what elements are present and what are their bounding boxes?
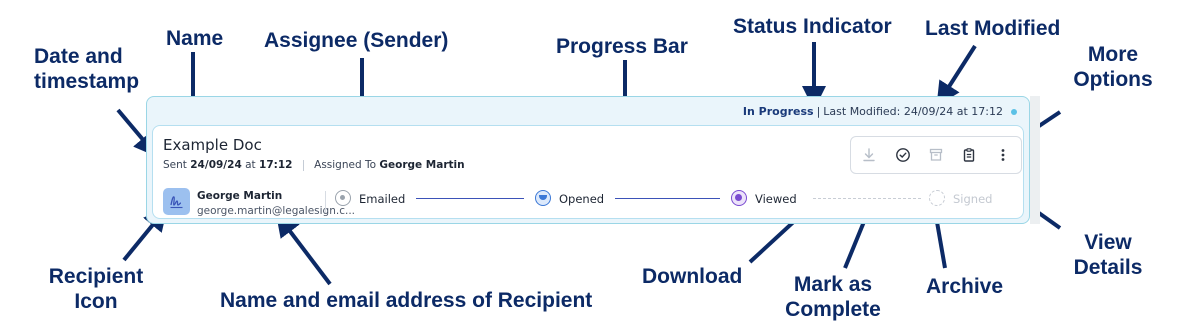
sent-date: 24/09/24: [190, 159, 242, 171]
emailed-icon: [335, 190, 351, 206]
annotation-name: Name: [166, 27, 224, 50]
annotation-date: Date and timestamp: [34, 45, 140, 93]
annotation-view-details: View Details: [1073, 231, 1143, 279]
opened-icon: [535, 190, 551, 206]
recipient-avatar[interactable]: [163, 188, 190, 215]
progress-line-2: [615, 198, 720, 199]
signature-icon: [170, 196, 183, 209]
annotation-progress-bar: Progress Bar: [556, 35, 688, 58]
document-row[interactable]: Example Doc Sent 24/09/24 at 17:12 Assig…: [152, 125, 1024, 219]
assignee-name: George Martin: [379, 159, 465, 171]
annotation-archive: Archive: [926, 275, 1004, 298]
recipient-name: George Martin: [197, 190, 283, 202]
annotation-last-modified: Last Modified: [925, 17, 1061, 40]
recipient-divider: [325, 191, 326, 213]
card-edge: [1030, 96, 1040, 224]
annotation-mark-complete: Mark as Complete: [785, 273, 881, 321]
annotation-download: Download: [642, 265, 743, 288]
annotation-status-indicator: Status Indicator: [733, 15, 892, 38]
action-bar: [850, 136, 1022, 174]
annotation-more-options: More Options: [1073, 43, 1153, 91]
status-line: In Progress | Last Modified: 24/09/24 at 1…: [743, 105, 1017, 118]
kebab-icon[interactable]: [994, 146, 1012, 164]
annotation-recipient-icon: Recipient Icon: [48, 265, 144, 313]
assigned-label: Assigned To: [314, 159, 377, 171]
document-card[interactable]: In Progress | Last Modified: 24/09/24 at 1…: [146, 96, 1030, 224]
step-emailed-label: Emailed: [359, 192, 406, 206]
viewed-icon: [731, 190, 747, 206]
arrow-lastmod: [936, 44, 977, 107]
step-viewed-label: Viewed: [755, 192, 797, 206]
download-icon[interactable]: [860, 146, 878, 164]
recipient-email: george.martin@legalesign.c...: [197, 205, 355, 217]
document-name[interactable]: Example Doc: [163, 136, 262, 154]
step-signed-label: Signed: [953, 192, 993, 206]
label-date-line1: Date and timestamp: [34, 44, 144, 94]
arrow-recipient-info: [275, 212, 332, 286]
status-indicator: In Progress: [742, 105, 814, 118]
signed-icon: [929, 190, 945, 206]
progress-line-3: [813, 198, 921, 199]
sent-at: at: [245, 159, 256, 171]
sent-time: 17:12: [259, 159, 293, 171]
clipboard-icon[interactable]: [960, 146, 978, 164]
status-dot: [1011, 109, 1017, 115]
step-opened-label: Opened: [559, 192, 605, 206]
annotation-assignee: Assignee (Sender): [264, 29, 449, 52]
last-modified-value: 24/09/24 at 17:12: [903, 105, 1003, 118]
last-modified-label: Last Modified:: [823, 105, 901, 118]
sent-label: Sent: [163, 159, 187, 171]
archive-icon[interactable]: [927, 146, 945, 164]
check-circle-icon[interactable]: [894, 146, 912, 164]
annotation-recipient-info: Name and email address of Recipient: [220, 289, 593, 312]
meta-divider: [302, 159, 304, 171]
progress-line-1: [416, 198, 524, 199]
document-meta: Sent 24/09/24 at 17:12 Assigned To Georg…: [163, 159, 465, 171]
